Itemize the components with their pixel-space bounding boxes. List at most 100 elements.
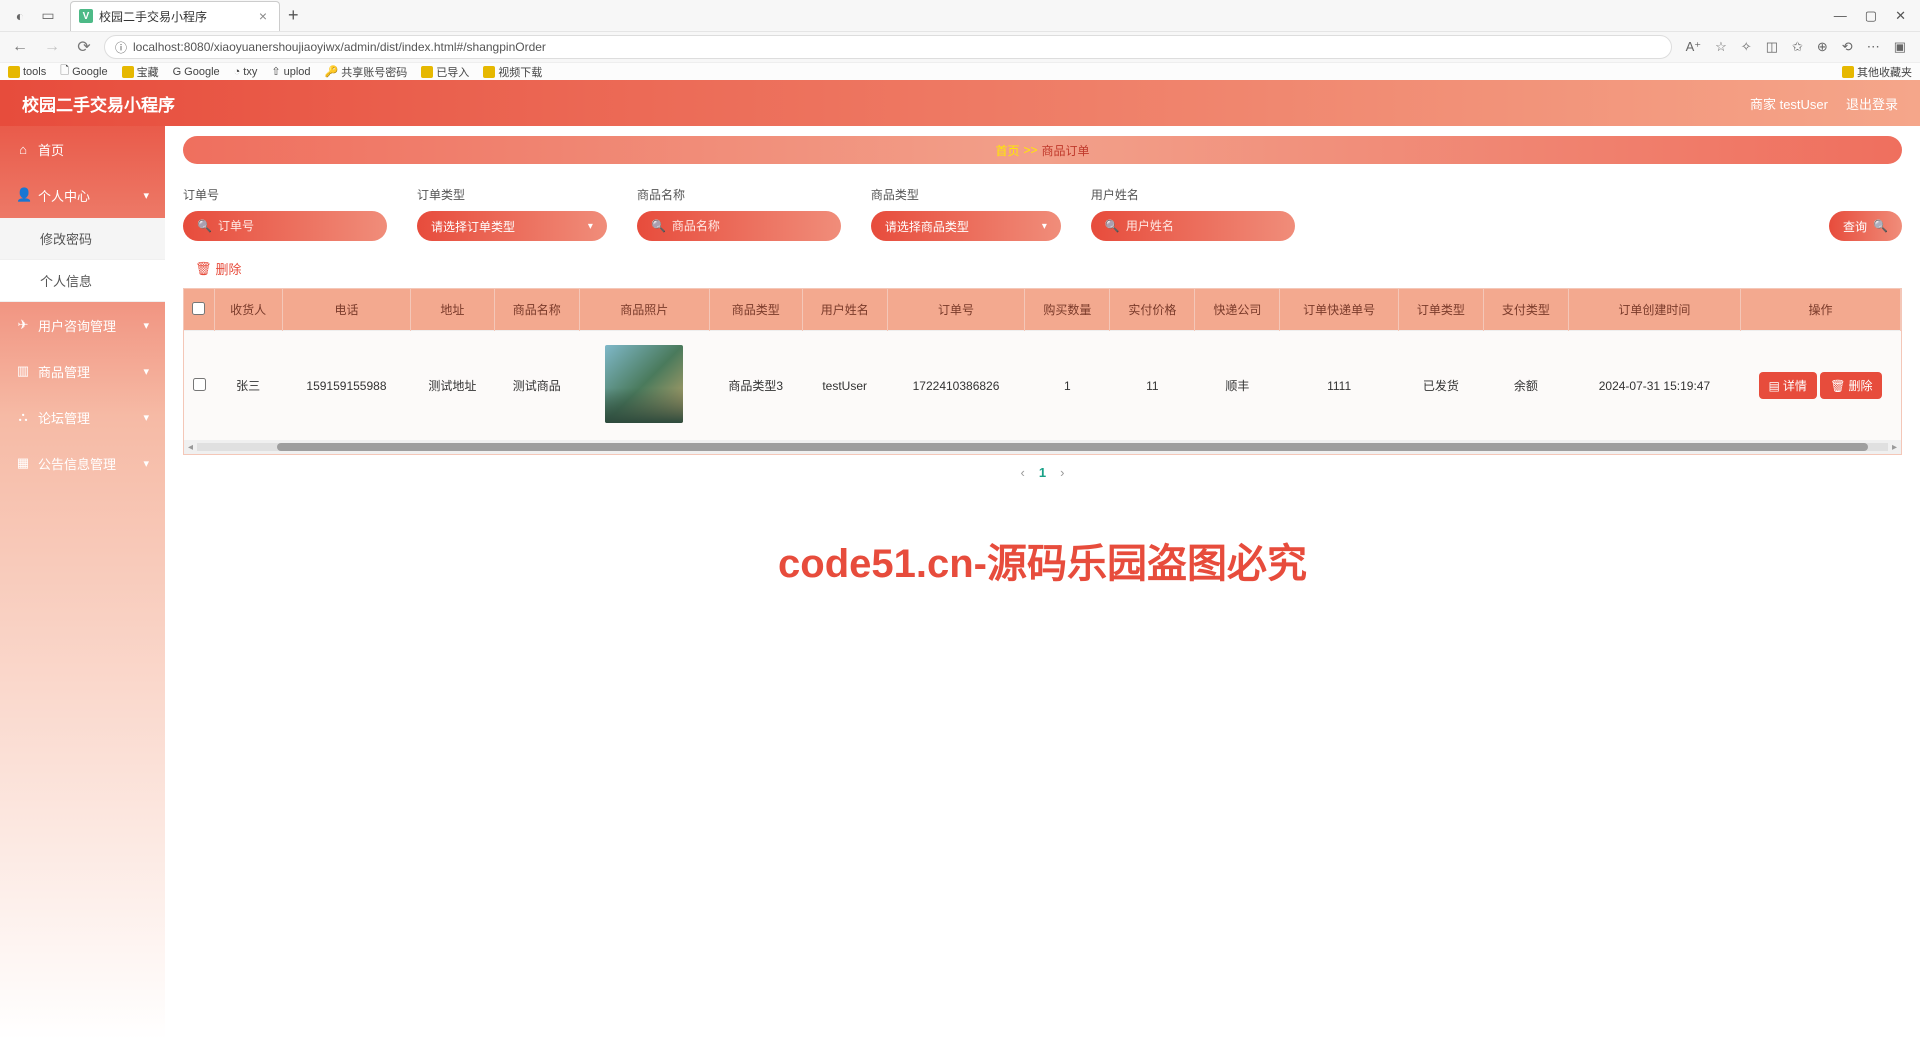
chart-icon: ▥ [16, 363, 30, 379]
filter-label: 订单类型 [417, 186, 607, 203]
other-bookmarks[interactable]: 其他收藏夹 [1842, 64, 1912, 80]
sidebar-sub-password[interactable]: 修改密码 [0, 218, 165, 260]
next-page-icon[interactable]: › [1060, 465, 1064, 480]
order-type-select[interactable]: 请选择订单类型 ▾ [417, 211, 607, 241]
scroll-left-icon[interactable]: ◂ [188, 442, 193, 453]
user-name-input[interactable]: 🔍 [1091, 211, 1295, 241]
page-number[interactable]: 1 [1039, 465, 1046, 480]
row-delete-button[interactable]: 🗑删除 [1820, 372, 1882, 399]
profile-icon[interactable]: ◐ [10, 6, 30, 26]
maximize-icon[interactable]: ▢ [1865, 8, 1877, 24]
batch-delete-button[interactable]: 🗑 删除 [195, 259, 242, 278]
bookmark-item[interactable]: G Google [173, 66, 220, 78]
bookmark-item[interactable]: 视频下载 [483, 64, 542, 80]
address-bar[interactable]: ⓘ localhost:8080/xiaoyuanershoujiaoyiwx/… [104, 35, 1672, 59]
search-icon: 🔍 [1873, 219, 1888, 233]
watermark-text: code51.cn-源码乐园盗图必究 [778, 531, 1307, 589]
sidebar-item-consult[interactable]: ✈ 用户咨询管理 ▾ [0, 302, 165, 348]
filter-label: 商品类型 [871, 186, 1061, 203]
order-no-input[interactable]: 🔍 [183, 211, 387, 241]
product-thumbnail[interactable] [605, 345, 683, 423]
sidebar-home[interactable]: ⌂ 首页 [0, 126, 165, 172]
table-header-row: 收货人 电话 地址 商品名称 商品照片 商品类型 用户姓名 订单号 购买数量 实… [184, 289, 1901, 331]
favorite-icon[interactable]: ☆ [1715, 39, 1727, 55]
product-type-select[interactable]: 请选择商品类型 ▾ [871, 211, 1061, 241]
forward-icon: → [40, 38, 64, 56]
collections-icon[interactable]: ✩ [1792, 39, 1803, 55]
browser-chrome: ◐ ▭ V 校园二手交易小程序 × + — ▢ ✕ ← → ⟳ ⓘ localh… [0, 0, 1920, 80]
sidebar-item-notice[interactable]: ▦ 公告信息管理 ▾ [0, 440, 165, 486]
filter-label: 用户姓名 [1091, 186, 1295, 203]
tab-close-icon[interactable]: × [255, 8, 271, 24]
bookmark-item[interactable]: 已导入 [421, 64, 469, 80]
sidebar-item-personal[interactable]: 👤 个人中心 ▾ [0, 172, 165, 218]
prev-page-icon[interactable]: ‹ [1021, 465, 1025, 480]
filter-bar: 订单号 🔍 订单类型 请选择订单类型 ▾ 商品名称 🔍 [183, 186, 1902, 241]
scroll-thumb[interactable] [277, 443, 1868, 451]
sidebar: ⌂ 首页 👤 个人中心 ▾ 修改密码 个人信息 ✈ 用户咨询管理 ▾ ▥ 商品管… [0, 80, 165, 1040]
chevron-down-icon: ▾ [143, 319, 149, 332]
select-all-checkbox[interactable] [192, 302, 205, 315]
filter-label: 商品名称 [637, 186, 841, 203]
logout-link[interactable]: 退出登录 [1846, 94, 1898, 113]
bookmark-item[interactable]: tools [8, 66, 46, 78]
bookmark-item[interactable]: 🗋 Google [60, 62, 107, 81]
chevron-down-icon: ▾ [143, 411, 149, 424]
downloads-icon[interactable]: ⊕ [1817, 39, 1828, 55]
copilot-icon[interactable]: ▣ [1894, 39, 1906, 55]
send-icon: ✈ [16, 317, 30, 333]
search-icon: 🔍 [197, 219, 212, 233]
extensions-icon[interactable]: ✧ [1741, 39, 1752, 55]
horizontal-scrollbar[interactable]: ◂ ▸ [184, 440, 1901, 454]
reload-icon[interactable]: ⟳ [72, 37, 96, 57]
app-header: 校园二手交易小程序 商家 testUser 退出登录 [0, 80, 1920, 126]
detail-button[interactable]: ▤详情 [1759, 372, 1817, 399]
product-name-input[interactable]: 🔍 [637, 211, 841, 241]
chevron-down-icon: ▾ [143, 365, 149, 378]
bookmark-item[interactable]: 宝藏 [122, 64, 159, 80]
pagination: ‹ 1 › [183, 455, 1902, 490]
url-text: localhost:8080/xiaoyuanershoujiaoyiwx/ad… [133, 40, 546, 54]
more-icon[interactable]: ⋯ [1867, 39, 1880, 55]
tab-title: 校园二手交易小程序 [99, 8, 207, 25]
search-icon: 🔍 [1105, 219, 1120, 233]
minimize-icon[interactable]: — [1834, 8, 1847, 24]
group-icon: ⛬ [16, 409, 30, 425]
chevron-down-icon: ▾ [143, 457, 149, 470]
sync-icon[interactable]: ⟲ [1842, 39, 1853, 55]
app-logo: 校园二手交易小程序 [22, 91, 175, 116]
tabs-icon[interactable]: ▭ [38, 6, 58, 26]
split-icon[interactable]: ◫ [1766, 39, 1778, 55]
trash-icon: 🗑 [195, 261, 212, 277]
breadcrumb-home[interactable]: 首页 [995, 142, 1019, 159]
sidebar-item-forum[interactable]: ⛬ 论坛管理 ▾ [0, 394, 165, 440]
order-table: 收货人 电话 地址 商品名称 商品照片 商品类型 用户姓名 订单号 购买数量 实… [183, 288, 1902, 455]
search-button[interactable]: 查询 🔍 [1829, 211, 1902, 241]
current-user[interactable]: 商家 testUser [1750, 94, 1828, 113]
bookmark-item[interactable]: ◔ txy [234, 66, 258, 78]
back-icon[interactable]: ← [8, 38, 32, 56]
browser-tab[interactable]: V 校园二手交易小程序 × [70, 1, 280, 31]
search-icon: 🔍 [651, 219, 666, 233]
chevron-down-icon: ▾ [143, 189, 149, 202]
row-checkbox[interactable] [193, 378, 206, 391]
main-content: 首页 >> 商品订单 订单号 🔍 订单类型 请选择订单类型 ▾ 商品名称 [165, 80, 1920, 1040]
scroll-right-icon[interactable]: ▸ [1892, 442, 1897, 453]
sidebar-sub-profile[interactable]: 个人信息 [0, 260, 165, 302]
bookmark-item[interactable]: 🔑 共享账号密码 [325, 64, 408, 80]
filter-label: 订单号 [183, 186, 387, 203]
read-aloud-icon[interactable]: A⁺ [1686, 39, 1702, 55]
trash-icon: 🗑 [1830, 379, 1845, 393]
chevron-down-icon: ▾ [588, 221, 593, 232]
close-window-icon[interactable]: ✕ [1895, 8, 1906, 24]
breadcrumb-current: 商品订单 [1042, 142, 1090, 159]
doc-icon: ▤ [1769, 379, 1780, 393]
info-icon: ⓘ [115, 39, 127, 56]
sidebar-item-product[interactable]: ▥ 商品管理 ▾ [0, 348, 165, 394]
bookmark-item[interactable]: ⇧ uplod [271, 65, 310, 78]
grid-icon: ▦ [16, 455, 30, 471]
home-icon: ⌂ [16, 142, 30, 157]
favicon-icon: V [79, 9, 93, 23]
table-row: 张三 159159155988 测试地址 测试商品 商品类型3 testUser… [184, 331, 1901, 441]
new-tab-button[interactable]: + [288, 5, 299, 26]
